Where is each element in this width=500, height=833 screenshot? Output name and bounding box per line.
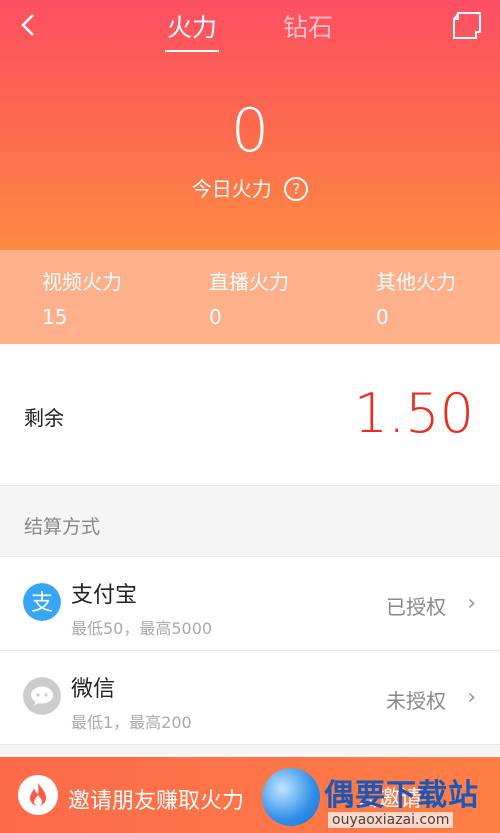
today-label: 今日火力 — [191, 177, 272, 201]
svg-text:支: 支 — [31, 591, 53, 616]
remaining-label: 剩余 — [24, 406, 64, 430]
stat-value: 15 — [42, 305, 68, 329]
help-icon[interactable]: ? — [284, 177, 309, 201]
fire-icon — [18, 775, 58, 815]
watermark: 偶要下载站 ouyaoxiazai.com — [262, 766, 500, 833]
payment-limit: 最低50，最高5000 — [71, 619, 213, 638]
chevron-right-icon: › — [467, 685, 476, 710]
tab-firepower[interactable]: 火力 — [164, 8, 220, 52]
firepower-breakdown: 视频火力 15 直播火力 0 其他火力 0 — [0, 250, 500, 344]
payment-limit: 最低1，最高200 — [71, 713, 192, 732]
stat-label: 其他火力 — [376, 270, 456, 294]
watermark-url: ouyaoxiazai.com — [328, 812, 454, 828]
stat-video: 视频火力 15 — [42, 266, 122, 329]
tab-diamond[interactable]: 钻石 — [283, 8, 333, 52]
invite-text: 邀请朋友赚取火力 — [68, 789, 245, 814]
settlement-title: 结算方式 — [24, 516, 101, 538]
stat-live: 直播火力 0 — [209, 266, 289, 329]
today-firepower-value: 0 — [230, 96, 270, 166]
watermark-title: 偶要下载站 — [324, 778, 479, 813]
watermark-logo-icon — [262, 768, 320, 826]
payment-status: 已授权 — [386, 595, 446, 619]
remaining-balance: 剩余 1.50 — [0, 344, 500, 486]
stat-label: 视频火力 — [42, 270, 122, 294]
alipay-icon: 支 — [23, 583, 61, 621]
stat-other: 其他火力 0 — [376, 266, 456, 329]
wechat-icon — [23, 677, 61, 715]
chevron-right-icon: › — [467, 591, 476, 616]
remaining-value: 1.50 — [353, 382, 474, 445]
tab-bar: 火力 钻石 — [0, 8, 500, 52]
header: 火力 钻石 0 今日火力 ? — [0, 0, 500, 250]
payment-method-wechat[interactable]: 微信 最低1，最高200 未授权 › — [0, 650, 500, 745]
payment-name: 支付宝 — [71, 583, 138, 608]
document-icon[interactable] — [450, 10, 484, 42]
stat-label: 直播火力 — [209, 270, 289, 294]
stat-value: 0 — [376, 305, 389, 329]
payment-status: 未授权 — [386, 689, 446, 713]
payment-method-alipay[interactable]: 支 支付宝 最低50，最高5000 已授权 › — [0, 556, 500, 650]
stat-value: 0 — [209, 305, 222, 329]
payment-name: 微信 — [71, 677, 116, 702]
today-firepower-label: 今日火力 ? — [0, 173, 500, 202]
